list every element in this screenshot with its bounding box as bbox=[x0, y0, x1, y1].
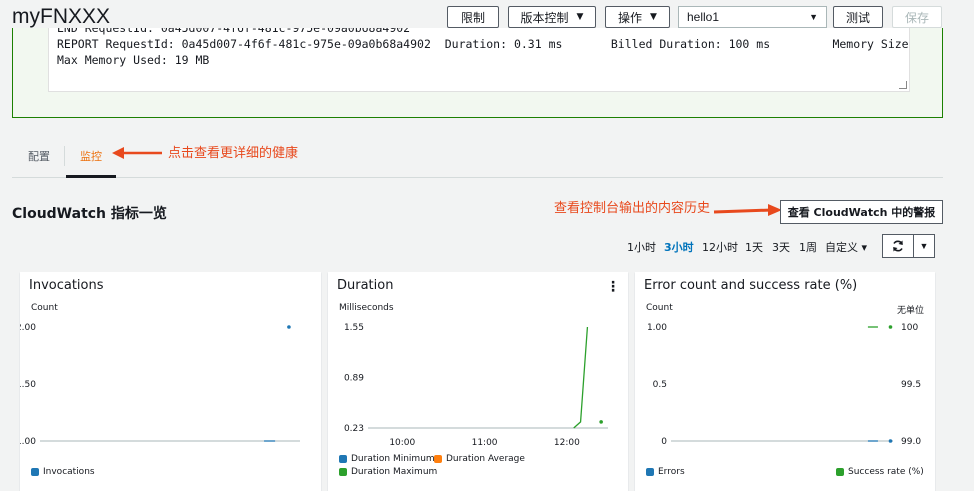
y-tick-label: 0 bbox=[661, 437, 667, 446]
log-output[interactable]: END RequestId: 0a45d007-4f6f-481c-975e-0… bbox=[48, 28, 910, 92]
legend-item: Errors bbox=[646, 467, 685, 477]
time-range-1w[interactable]: 1周 bbox=[799, 239, 817, 255]
time-range-1d[interactable]: 1天 bbox=[745, 239, 763, 255]
series-line bbox=[573, 326, 589, 429]
execution-result-panel: END RequestId: 0a45d007-4f6f-481c-975e-0… bbox=[12, 28, 943, 118]
legend-item: Invocations bbox=[31, 467, 95, 477]
resize-handle-icon[interactable] bbox=[899, 81, 907, 89]
version-control-button[interactable]: 版本控制 ▼ bbox=[508, 6, 596, 28]
data-point bbox=[888, 325, 893, 329]
time-range-12h[interactable]: 12小时 bbox=[702, 239, 738, 255]
test-button[interactable]: 测试 bbox=[833, 6, 883, 28]
legend-swatch bbox=[646, 468, 654, 476]
y2-tick-label: 100 bbox=[901, 323, 918, 333]
legend-label: Duration Minimum bbox=[351, 454, 435, 464]
refresh-options-dropdown[interactable]: ▼ bbox=[913, 234, 935, 258]
alarms-button-label: 查看 CloudWatch 中的警报 bbox=[787, 206, 936, 219]
log-line: Max Memory Used: 19 MB bbox=[57, 53, 210, 67]
annotation-arrow-icon bbox=[713, 204, 782, 216]
limit-label: 限制 bbox=[460, 10, 485, 25]
legend-swatch bbox=[836, 468, 844, 476]
legend-label: Errors bbox=[658, 467, 685, 477]
version-control-label: 版本控制 bbox=[520, 10, 569, 25]
y-tick-label: 1.50 bbox=[20, 380, 36, 390]
y-axis-label: Count bbox=[646, 303, 673, 313]
y-tick-label: 1.00 bbox=[647, 323, 667, 333]
duration-chart: 1.55 0.89 0.23 10:00 11:00 12:00 bbox=[344, 323, 608, 446]
time-range-custom[interactable]: 自定义 ▾ bbox=[825, 239, 867, 255]
legend-item: Duration Average bbox=[434, 454, 525, 464]
chevron-down-icon: ▼ bbox=[809, 12, 818, 22]
error-success-widget: Error count and success rate (%) Count 无… bbox=[635, 272, 935, 491]
y-axis-label: Milliseconds bbox=[339, 303, 394, 313]
save-button[interactable]: 保存 bbox=[892, 6, 942, 28]
active-tab-indicator bbox=[66, 175, 116, 178]
duration-widget: Duration ⋮ Milliseconds 1.55 0.89 0.23 10:0… bbox=[328, 272, 628, 491]
invocations-chart: 2.001.501.0010:0011:0012:00 bbox=[20, 323, 300, 446]
data-point bbox=[599, 420, 603, 424]
x-tick-label: 11:00 bbox=[472, 438, 498, 446]
time-range-3h[interactable]: 3小时 bbox=[664, 239, 694, 255]
legend-label: Duration Maximum bbox=[351, 467, 438, 477]
tab-divider bbox=[64, 146, 65, 166]
tab-monitor[interactable]: 监控 bbox=[80, 148, 102, 164]
widget-title: Duration bbox=[337, 278, 394, 293]
y-axis-label: Count bbox=[31, 303, 58, 313]
legend-swatch bbox=[434, 455, 442, 463]
legend-swatch bbox=[339, 468, 347, 476]
cloudwatch-title: CloudWatch 指标一览 bbox=[12, 206, 167, 222]
legend-label: Invocations bbox=[43, 467, 95, 477]
refresh-icon bbox=[893, 240, 903, 252]
x-tick-label: 12:00 bbox=[554, 438, 580, 446]
y2-axis-label: 无单位 bbox=[896, 306, 924, 316]
y2-tick-label: 99.0 bbox=[901, 437, 921, 446]
save-label: 保存 bbox=[904, 10, 929, 25]
x-tick-label: 10:00 bbox=[389, 438, 415, 446]
tab-config[interactable]: 配置 bbox=[28, 148, 50, 164]
annotation-console-hint: 查看控制台输出的内容历史 bbox=[554, 201, 711, 216]
y-tick-label: 0.5 bbox=[653, 380, 667, 390]
legend-item: Duration Maximum bbox=[339, 467, 437, 477]
actions-button[interactable]: 操作 ▼ bbox=[605, 6, 670, 28]
log-line: END RequestId: 0a45d007-4f6f-481c-975e-0… bbox=[57, 28, 411, 35]
view-cloudwatch-alarms-button[interactable]: 查看 CloudWatch 中的警报 bbox=[780, 200, 943, 224]
data-point bbox=[888, 439, 893, 443]
log-line: REPORT RequestId: 0a45d007-4f6f-481c-975… bbox=[57, 37, 910, 51]
y-tick-label: 1.55 bbox=[344, 323, 364, 333]
test-event-value: hello1 bbox=[687, 10, 720, 24]
widget-title: Invocations bbox=[29, 278, 104, 293]
actions-label: 操作 bbox=[618, 10, 643, 25]
data-point bbox=[287, 325, 291, 329]
refresh-button[interactable] bbox=[882, 234, 914, 258]
legend-label: Success rate (%) bbox=[848, 467, 924, 477]
time-range-1h[interactable]: 1小时 bbox=[627, 239, 656, 255]
limit-button[interactable]: 限制 bbox=[447, 6, 499, 28]
chevron-down-icon: ▼ bbox=[919, 241, 929, 251]
chevron-down-icon: ▼ bbox=[576, 12, 584, 22]
legend-label: Duration Average bbox=[446, 454, 525, 464]
y-tick-label: 0.89 bbox=[344, 374, 364, 384]
y2-tick-label: 99.5 bbox=[901, 380, 921, 390]
chevron-down-icon: ▼ bbox=[650, 12, 657, 22]
legend-item: Success rate (%) bbox=[836, 467, 924, 477]
y-tick-label: 2.00 bbox=[20, 323, 36, 333]
y-tick-label: 1.00 bbox=[20, 437, 36, 446]
more-options-icon[interactable]: ⋮ bbox=[606, 278, 620, 295]
time-range-3d[interactable]: 3天 bbox=[772, 239, 790, 255]
legend-swatch bbox=[339, 455, 347, 463]
annotation-monitor-hint: 点击查看更详细的健康 bbox=[168, 146, 299, 161]
widget-title: Error count and success rate (%) bbox=[644, 278, 858, 293]
y-tick-label: 0.23 bbox=[344, 424, 364, 434]
test-label: 测试 bbox=[845, 10, 870, 25]
annotation-arrow-icon bbox=[112, 147, 162, 159]
error-success-chart: 1.000.5010099.599.010:0011:0012:00 bbox=[647, 323, 921, 446]
legend-swatch bbox=[31, 468, 39, 476]
function-name: myFNXXX bbox=[12, 5, 111, 28]
test-event-select[interactable]: hello1 ▼ bbox=[678, 6, 827, 28]
invocations-widget: Invocations Count 2.001.501.0010:0011:00… bbox=[20, 272, 321, 491]
legend-item: Duration Minimum bbox=[339, 454, 435, 464]
